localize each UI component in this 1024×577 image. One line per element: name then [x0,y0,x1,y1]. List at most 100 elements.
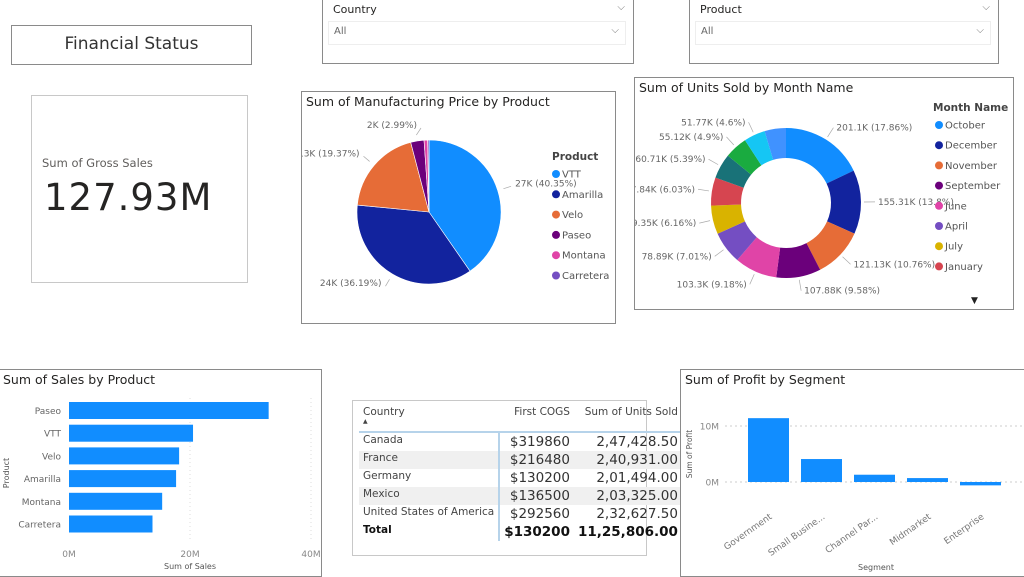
donut-chart[interactable]: 201.1K (17.86%)155.31K (13.8%)121.13K (1… [635,78,1013,308]
sort-ascending-icon[interactable]: ▲ [363,418,368,425]
legend-item-june[interactable]: June [944,201,967,212]
bar-montana[interactable] [69,493,162,510]
chevron-down-icon[interactable]: ⌵ [617,2,625,13]
x-axis-title: Segment [858,563,894,572]
legend-item-july[interactable]: July [944,242,963,253]
country-table-card[interactable]: Country ▲ First COGS Sum of Units Sold C… [352,400,647,556]
legend-item-amarilla[interactable]: Amarilla [562,190,603,201]
leader-line [843,257,851,265]
column-header-units-sold[interactable]: Sum of Units Sold [574,405,682,432]
first-cogs-cell: $292560 [499,505,574,523]
product-dropdown[interactable]: All ⌵ [695,21,991,45]
bar-channelpar[interactable] [854,475,895,482]
units-sold-donut-card[interactable]: Sum of Units Sold by Month Name 201.1K (… [634,77,1014,310]
legend-item-april[interactable]: April [945,222,968,233]
table-row[interactable]: United States of America$2925602,32,627.… [359,505,682,523]
leader-line [416,128,421,135]
units-sold-cell: 11,25,806.00 [574,523,682,541]
leader-line [749,122,754,132]
legend-marker [552,170,560,178]
product-slicer[interactable]: Product ⌵ All ⌵ [689,0,999,64]
legend-marker [935,262,943,270]
country-dropdown[interactable]: All ⌵ [328,21,626,45]
table-total-row[interactable]: Total$13020011,25,806.00 [359,523,682,541]
bar-vtt[interactable] [69,425,193,442]
manufacturing-price-pie-card[interactable]: Sum of Manufacturing Price by Product 27… [301,91,616,324]
legend-marker [552,251,560,259]
product-dropdown-value: All [701,26,713,37]
x-tick-label: Enterprise [943,512,987,547]
profit-by-segment-card[interactable]: Sum of Profit by Segment 0M10MGovernment… [680,369,1024,577]
units-sold-cell: 2,40,931.00 [574,451,682,469]
leader-line [364,156,370,161]
bar-government[interactable] [748,418,789,482]
legend-item-montana[interactable]: Montana [562,251,606,262]
country-slicer-label: Country [333,3,377,16]
legend-marker [552,211,560,219]
pie-data-label: 13K (19.37%) [302,149,360,159]
legend-item-december[interactable]: December [945,141,998,152]
bar-smallbusine[interactable] [801,459,842,482]
column-header-first-cogs[interactable]: First COGS [499,405,574,432]
country-cell: Mexico [359,487,499,505]
bar-midmarket[interactable] [907,478,948,482]
sales-by-product-card[interactable]: Sum of Sales by Product 0M20M40MPaseoVTT… [0,369,322,577]
pie-chart[interactable]: 27K (40.35%)24K (36.19%)13K (19.37%)2K (… [302,92,614,322]
donut-slice[interactable] [786,128,854,184]
donut-data-label: 60.71K (5.39%) [635,155,705,165]
bar-amarilla[interactable] [69,470,176,487]
profit-bar-chart[interactable]: 0M10MGovernmentSmall Busine...Channel Pa… [681,370,1024,576]
legend-item-paseo[interactable]: Paseo [562,230,591,241]
sales-bar-chart[interactable]: 0M20M40MPaseoVTTVeloAmarillaMontanaCarre… [0,370,321,576]
leader-line [698,189,709,191]
leader-line [709,159,719,164]
legend-item-january[interactable]: January [944,262,983,273]
chevron-down-icon[interactable]: ⌵ [611,25,619,36]
y-axis-title: Product [2,458,11,488]
chevron-down-icon[interactable]: ⌵ [982,2,990,13]
donut-data-label: 121.13K (10.76%) [854,260,936,270]
legend-title: Month Name [933,102,1008,114]
bar-carretera[interactable] [69,516,152,533]
bar-paseo[interactable] [69,402,269,419]
bar-velo[interactable] [69,447,179,464]
legend-item-velo[interactable]: Velo [562,210,583,221]
legend-item-october[interactable]: October [945,121,986,132]
legend-item-september[interactable]: September [945,181,1001,192]
column-header-country[interactable]: Country ▲ [359,405,499,432]
units-sold-cell: 2,47,428.50 [574,432,682,451]
donut-data-label: 107.88K (9.58%) [804,287,880,297]
legend-marker [552,190,560,198]
table-row[interactable]: Canada$3198602,47,428.50 [359,432,682,451]
country-cell: United States of America [359,505,499,523]
y-axis-title: Sum of Profit [685,430,694,478]
units-sold-cell: 2,32,627.50 [574,505,682,523]
leader-line [799,280,801,291]
first-cogs-cell: $216480 [499,451,574,469]
legend-more-icon[interactable]: ▼ [971,296,978,306]
legend-marker [935,161,943,169]
legend-item-november[interactable]: November [945,161,998,172]
chevron-down-icon[interactable]: ⌵ [976,25,984,36]
product-slicer-label: Product [700,3,742,16]
donut-data-label: 201.1K (17.86%) [836,124,912,134]
units-sold-cell: 2,03,325.00 [574,487,682,505]
kpi-label: Sum of Gross Sales [42,156,153,170]
legend-marker [935,121,943,129]
table-row[interactable]: Mexico$1365002,03,325.00 [359,487,682,505]
legend-item-carretera[interactable]: Carretera [562,271,609,282]
pie-data-label: 2K (2.99%) [367,121,417,131]
leader-line [828,128,834,137]
table-row[interactable]: Germany$1302002,01,494.00 [359,469,682,487]
pie-data-label: 27K (40.35%) [515,179,577,189]
x-tick-label: Government [722,512,774,553]
table-row[interactable]: France$2164802,40,931.00 [359,451,682,469]
x-tick-label: 40M [301,550,320,560]
x-tick-label: Midmarket [888,512,933,548]
country-slicer[interactable]: Country ⌵ All ⌵ [322,0,634,64]
gross-sales-card[interactable]: Sum of Gross Sales 127.93M [31,95,248,283]
legend-item-vtt[interactable]: VTT [562,170,582,181]
legend-title: Product [552,151,598,163]
bar-enterprise[interactable] [960,482,1001,485]
country-cell: Total [359,523,499,541]
